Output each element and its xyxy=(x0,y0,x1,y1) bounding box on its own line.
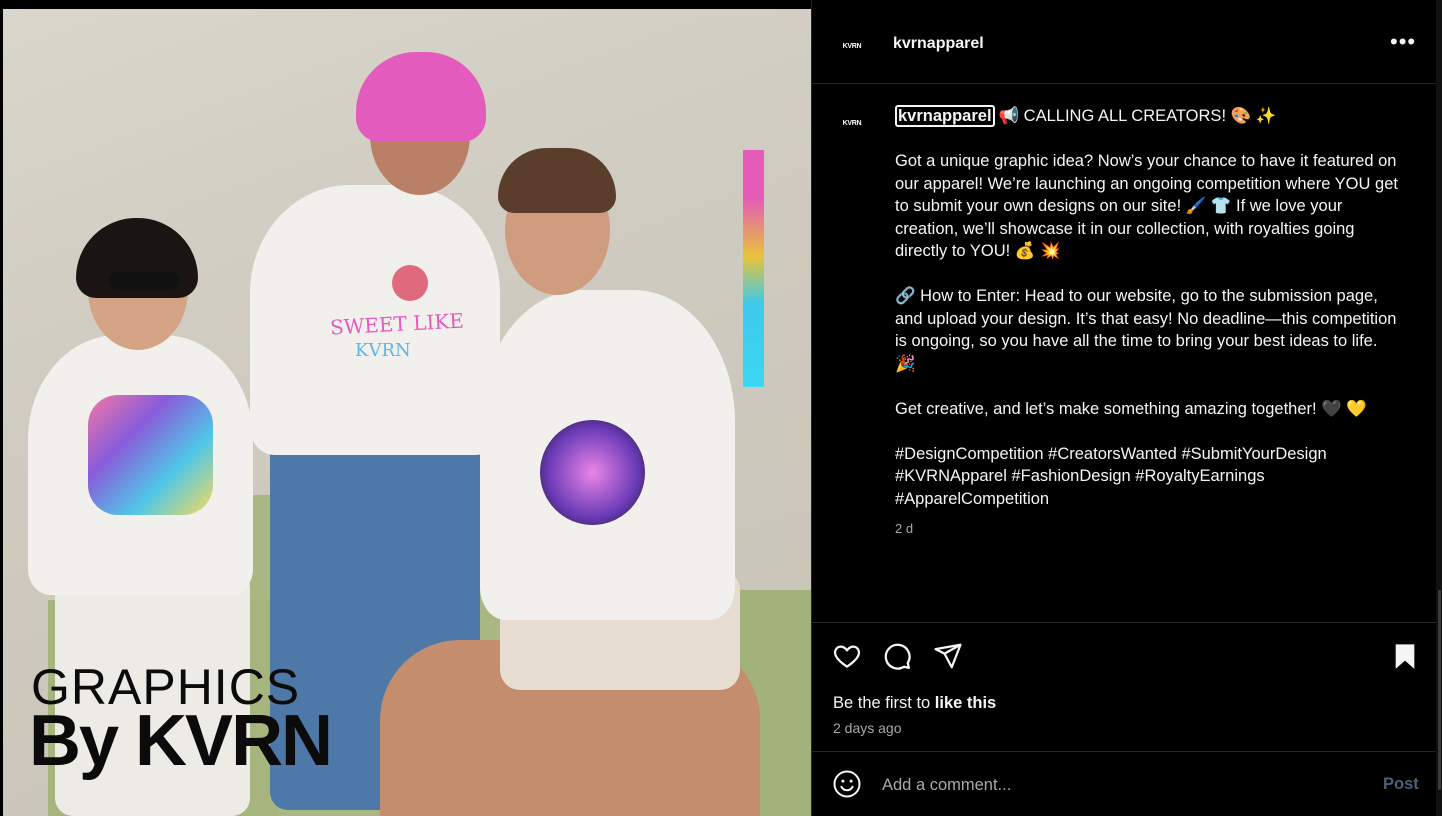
caption-hashtags[interactable]: #DesignCompetition #CreatorsWanted #Subm… xyxy=(895,443,1400,511)
sunglasses xyxy=(108,272,180,290)
caption-text: kvrnapparel 📢 CALLING ALL CREATORS! 🎨 ✨ G… xyxy=(895,105,1400,533)
brand-subtitle: By KVRN xyxy=(29,701,333,781)
left-edge xyxy=(0,0,3,816)
shirt-graphic xyxy=(88,395,213,515)
shirt-graphic xyxy=(392,265,428,301)
caption-username[interactable]: kvrnapparel xyxy=(895,105,995,127)
post-header: KVRN kvrnapparel ••• xyxy=(812,0,1437,84)
heart-icon[interactable] xyxy=(832,641,862,671)
scrollbar-thumb[interactable] xyxy=(1438,590,1441,790)
caption-paragraph: Got a unique graphic idea? Now’s your ch… xyxy=(895,152,1398,260)
caption-timestamp: 2 d xyxy=(895,521,914,536)
shirt-graphic xyxy=(540,420,645,525)
likes-prefix: Be the first to xyxy=(833,694,935,712)
bookmark-icon[interactable] xyxy=(1390,641,1420,671)
caption-paragraph: 🔗 How to Enter: Head to our website, go … xyxy=(895,287,1397,373)
post-button[interactable]: Post xyxy=(1383,775,1419,794)
color-stripe xyxy=(743,150,764,387)
comment-bar: Post xyxy=(812,753,1437,816)
emoji-icon[interactable] xyxy=(832,769,862,799)
more-icon[interactable]: ••• xyxy=(1390,31,1416,53)
caption-section: KVRN kvrnapparel 📢 CALLING ALL CREATORS! … xyxy=(812,85,1437,621)
caption-paragraph: Get creative, and let’s make something a… xyxy=(895,399,1367,418)
caption-intro: 📢 CALLING ALL CREATORS! 🎨 ✨ xyxy=(998,107,1277,125)
likes-summary: Be the first to like this xyxy=(833,694,996,713)
shirt-graphic-text: KVRN xyxy=(355,340,411,361)
avatar[interactable]: KVRN xyxy=(836,107,868,139)
like-this-link[interactable]: like this xyxy=(935,694,996,712)
comment-input[interactable] xyxy=(882,773,1362,797)
top-edge xyxy=(0,0,811,9)
header-username[interactable]: kvrnapparel xyxy=(893,35,984,53)
avatar[interactable]: KVRN xyxy=(836,30,868,62)
share-icon[interactable] xyxy=(933,641,963,671)
comment-icon[interactable] xyxy=(882,641,912,671)
post-details-panel: KVRN kvrnapparel ••• KVRN kvrnapparel 📢 C… xyxy=(811,0,1437,816)
model-hair xyxy=(498,148,616,213)
bucket-hat xyxy=(356,52,486,142)
action-bar: Be the first to like this 2 days ago xyxy=(812,622,1437,752)
post-image[interactable]: SWEET LIKE KVRN GRAPHICS By KVRN xyxy=(0,0,811,816)
post-date: 2 days ago xyxy=(833,720,902,736)
